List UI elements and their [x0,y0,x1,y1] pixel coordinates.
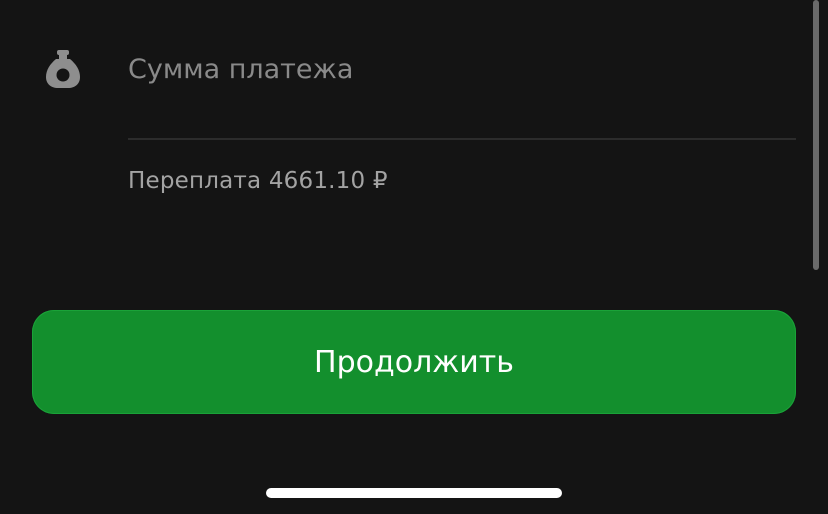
continue-button[interactable]: Продолжить [32,310,796,414]
overpayment-info: Переплата 4661.10 ₽ [128,168,388,194]
home-indicator[interactable] [266,488,562,498]
payment-screen: Переплата 4661.10 ₽ Продолжить [0,0,828,514]
money-bag-icon [44,48,84,90]
payment-amount-input[interactable] [128,44,788,94]
payment-amount-row [0,30,828,110]
scrollbar[interactable] [813,0,819,270]
amount-divider [128,138,796,140]
